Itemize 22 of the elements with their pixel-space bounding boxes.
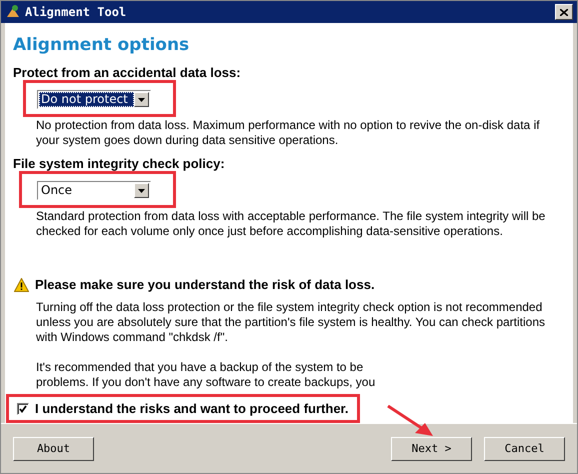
warning-text: It's recommended that you have a backup of the system to be problems. If you don't have any software to create backups, you (36, 360, 376, 390)
dialog-button[interactable]: Cancel (484, 436, 565, 460)
warning-icon (14, 278, 29, 292)
close-button[interactable] (555, 4, 573, 20)
option-label: File system integrity check policy: (13, 156, 226, 171)
caret-icon (138, 98, 145, 102)
warning-text: Turning off the data loss protection or the file system integrity check option is not recommended unless you are absolutely sure that the partition's file system is healthy. You can check partitions with Windows command "chkdsk /f". (36, 300, 546, 345)
page-heading: Alignment options (13, 35, 190, 55)
checkbox-label[interactable]: I understand the risks and want to proceed further. (35, 401, 348, 416)
option-description: No protection from data loss. Maximum performance with no option to revive the on-disk data if your system goes down during data sensitive operations. (36, 118, 541, 148)
close-icon (560, 8, 568, 16)
dropdown[interactable]: Do not protect (37, 90, 151, 109)
option-label: Protect from an accidental data loss: (13, 65, 242, 80)
dialog-button[interactable]: Next > (391, 436, 472, 460)
about-button[interactable]: About (13, 436, 94, 460)
arrow-icon (387, 405, 435, 437)
window-title: Alignment Tool (25, 5, 126, 19)
app-icon (5, 4, 21, 20)
warning-title: Please make sure you understand the risk of data loss. (35, 277, 375, 292)
option-description: Standard protection from data loss with acceptable performance. The file system integrity will be checked for each volume only once just before accomplishing data-sensitive operations. (36, 209, 546, 239)
caret-icon (138, 188, 145, 192)
dropdown[interactable]: Once (37, 181, 151, 200)
